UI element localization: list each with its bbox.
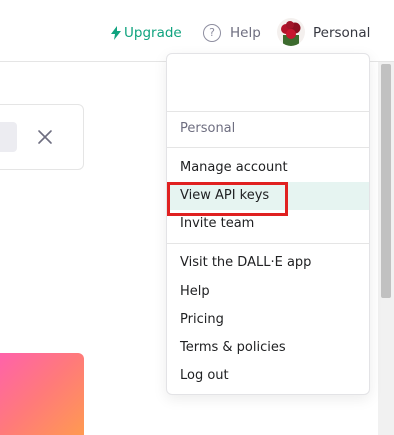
menu-item-terms-policies[interactable]: Terms & policies xyxy=(167,334,369,362)
account-menu-button[interactable]: Personal xyxy=(313,23,370,43)
avatar[interactable] xyxy=(277,18,305,46)
help-link[interactable]: ? Help xyxy=(203,23,261,43)
menu-item-help[interactable]: Help xyxy=(167,278,369,306)
menu-section-header: Personal xyxy=(180,121,236,136)
question-circle-icon: ? xyxy=(203,24,221,42)
menu-divider xyxy=(167,147,369,148)
menu-item-log-out[interactable]: Log out xyxy=(167,362,369,390)
account-label: Personal xyxy=(313,25,371,41)
close-icon[interactable] xyxy=(36,128,54,146)
annotation-highlight-box xyxy=(167,182,288,216)
scrollbar-thumb[interactable] xyxy=(381,64,391,298)
menu-item-manage-account[interactable]: Manage account xyxy=(167,154,369,182)
rose-avatar-icon xyxy=(277,18,305,46)
menu-item-visit-dalle[interactable]: Visit the DALL·E app xyxy=(167,249,369,277)
lightning-bolt-icon xyxy=(111,26,121,40)
upgrade-label: Upgrade xyxy=(124,25,182,41)
menu-divider xyxy=(167,243,369,244)
menu-divider xyxy=(167,111,369,112)
help-label: Help xyxy=(230,25,261,41)
gradient-card[interactable] xyxy=(0,353,84,435)
menu-item-pricing[interactable]: Pricing xyxy=(167,306,369,334)
chip-fragment[interactable] xyxy=(0,122,17,152)
account-dropdown-menu: Personal Manage account View API keys In… xyxy=(166,53,370,395)
upgrade-link[interactable]: Upgrade xyxy=(111,23,182,43)
